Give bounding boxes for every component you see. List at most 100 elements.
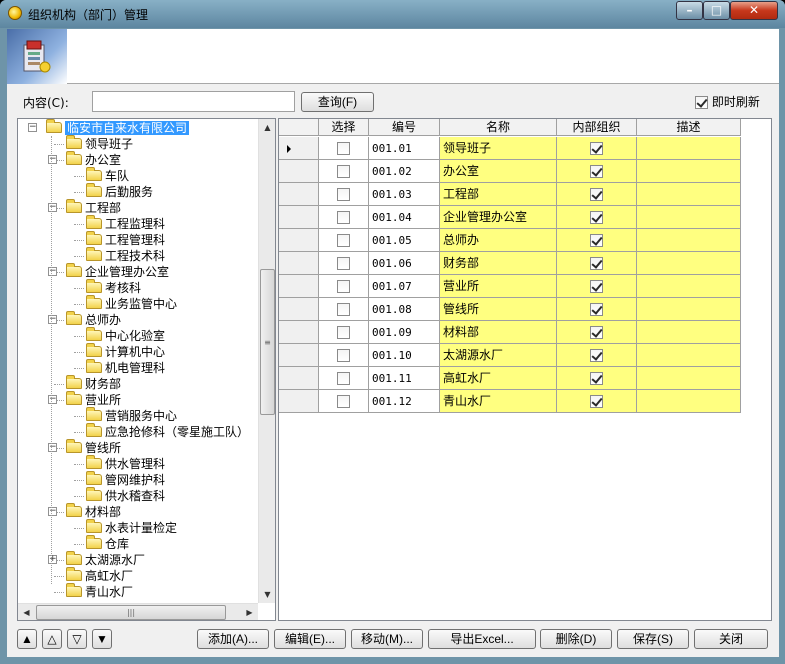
code-cell[interactable]: 001.01	[369, 137, 440, 160]
tree-horizontal-scrollbar[interactable]: ◀ ||| ▶	[18, 603, 258, 620]
collapse-icon[interactable]: −	[48, 203, 57, 212]
name-cell[interactable]: 办公室	[440, 160, 557, 183]
internal-checkbox[interactable]	[590, 234, 603, 247]
tree-item[interactable]: 业务监管中心	[86, 295, 177, 312]
name-cell[interactable]: 工程部	[440, 183, 557, 206]
select-cell[interactable]	[319, 390, 369, 413]
description-cell[interactable]	[637, 160, 741, 183]
name-cell[interactable]: 领导班子	[440, 137, 557, 160]
internal-cell[interactable]	[557, 344, 637, 367]
move-first-button[interactable]: ▲	[17, 629, 37, 649]
department-grid[interactable]: 选择 编号 名称 内部组织 描述 001.01 领导班子 001.02 办公室 001.03 工程部…	[278, 118, 772, 621]
name-cell[interactable]: 青山水厂	[440, 390, 557, 413]
tree-item[interactable]: 材料部	[66, 503, 121, 520]
code-cell[interactable]: 001.09	[369, 321, 440, 344]
select-cell[interactable]	[319, 321, 369, 344]
scroll-up-arrow-icon[interactable]: ▲	[259, 119, 275, 136]
internal-checkbox[interactable]	[590, 303, 603, 316]
select-cell[interactable]	[319, 229, 369, 252]
internal-cell[interactable]	[557, 206, 637, 229]
title-bar[interactable]: 组织机构（部门）管理 – □ ✕	[0, 0, 785, 28]
internal-checkbox[interactable]	[590, 372, 603, 385]
add-button[interactable]: 添加(A)...	[197, 629, 269, 649]
description-cell[interactable]	[637, 183, 741, 206]
internal-cell[interactable]	[557, 252, 637, 275]
description-cell[interactable]	[637, 344, 741, 367]
internal-checkbox[interactable]	[590, 257, 603, 270]
minimize-button[interactable]: –	[676, 1, 703, 20]
select-checkbox[interactable]	[337, 303, 350, 316]
export-excel-button[interactable]: 导出Excel...	[428, 629, 536, 649]
tree-item[interactable]: 计算机中心	[86, 343, 165, 360]
row-indicator[interactable]	[279, 298, 319, 321]
move-button[interactable]: 移动(M)...	[351, 629, 423, 649]
code-cell[interactable]: 001.07	[369, 275, 440, 298]
name-cell[interactable]: 太湖源水厂	[440, 344, 557, 367]
auto-refresh-checkbox[interactable]	[695, 96, 708, 109]
move-last-button[interactable]: ▼	[92, 629, 112, 649]
row-indicator[interactable]	[279, 321, 319, 344]
save-button[interactable]: 保存(S)	[617, 629, 689, 649]
internal-checkbox[interactable]	[590, 395, 603, 408]
name-cell[interactable]: 营业所	[440, 275, 557, 298]
org-tree[interactable]: ▲ ≡ ▼ ◀ ||| ▶ 临安市自来水有限公司 − 领导班子 办公室 − 车队 后勤服务工…	[17, 118, 276, 621]
description-cell[interactable]	[637, 229, 741, 252]
internal-cell[interactable]	[557, 160, 637, 183]
select-checkbox[interactable]	[337, 142, 350, 155]
select-cell[interactable]	[319, 160, 369, 183]
collapse-icon[interactable]: −	[28, 123, 37, 132]
tree-item[interactable]: 工程部	[66, 199, 121, 216]
tree-item[interactable]: 领导班子	[66, 135, 133, 152]
internal-checkbox[interactable]	[590, 142, 603, 155]
tree-item[interactable]: 营销服务中心	[86, 407, 177, 424]
scroll-left-arrow-icon[interactable]: ◀	[18, 604, 35, 620]
select-checkbox[interactable]	[337, 257, 350, 270]
tree-item[interactable]: 管线所	[66, 439, 121, 456]
code-cell[interactable]: 001.03	[369, 183, 440, 206]
row-indicator[interactable]	[279, 229, 319, 252]
code-cell[interactable]: 001.11	[369, 367, 440, 390]
tree-item[interactable]: 机电管理科	[86, 359, 165, 376]
column-header[interactable]: 名称	[440, 119, 557, 136]
edit-button[interactable]: 编辑(E)...	[274, 629, 346, 649]
tree-item[interactable]: 临安市自来水有限公司	[46, 119, 190, 136]
collapse-icon[interactable]: −	[48, 443, 57, 452]
name-cell[interactable]: 材料部	[440, 321, 557, 344]
tree-item[interactable]: 财务部	[66, 375, 121, 392]
description-cell[interactable]	[637, 390, 741, 413]
internal-cell[interactable]	[557, 183, 637, 206]
name-cell[interactable]: 管线所	[440, 298, 557, 321]
select-checkbox[interactable]	[337, 280, 350, 293]
close-window-button[interactable]: ✕	[730, 1, 778, 20]
select-cell[interactable]	[319, 137, 369, 160]
select-checkbox[interactable]	[337, 372, 350, 385]
select-cell[interactable]	[319, 344, 369, 367]
code-cell[interactable]: 001.10	[369, 344, 440, 367]
row-indicator[interactable]	[279, 206, 319, 229]
query-button[interactable]: 查询(F)	[301, 92, 374, 112]
tree-item[interactable]: 供水管理科	[86, 455, 165, 472]
move-down-button[interactable]: ▽	[67, 629, 87, 649]
tree-item[interactable]: 管网维护科	[86, 471, 165, 488]
tree-item[interactable]: 工程技术科	[86, 247, 165, 264]
tree-item[interactable]: 考核科	[86, 279, 141, 296]
select-checkbox[interactable]	[337, 349, 350, 362]
name-cell[interactable]: 企业管理办公室	[440, 206, 557, 229]
collapse-icon[interactable]: −	[48, 315, 57, 324]
search-input[interactable]	[92, 91, 295, 112]
select-checkbox[interactable]	[337, 188, 350, 201]
select-cell[interactable]	[319, 367, 369, 390]
description-cell[interactable]	[637, 137, 741, 160]
maximize-button[interactable]: □	[703, 1, 730, 20]
column-header[interactable]: 选择	[319, 119, 369, 136]
tree-item[interactable]: 办公室	[66, 151, 121, 168]
internal-checkbox[interactable]	[590, 211, 603, 224]
row-indicator[interactable]	[279, 344, 319, 367]
tree-item[interactable]: 应急抢修科（零星施工队）	[86, 423, 249, 440]
name-cell[interactable]: 总师办	[440, 229, 557, 252]
tree-hscroll-thumb[interactable]: |||	[36, 605, 226, 620]
close-button[interactable]: 关闭	[694, 629, 768, 649]
internal-cell[interactable]	[557, 298, 637, 321]
expand-icon[interactable]: +	[48, 555, 57, 564]
description-cell[interactable]	[637, 275, 741, 298]
